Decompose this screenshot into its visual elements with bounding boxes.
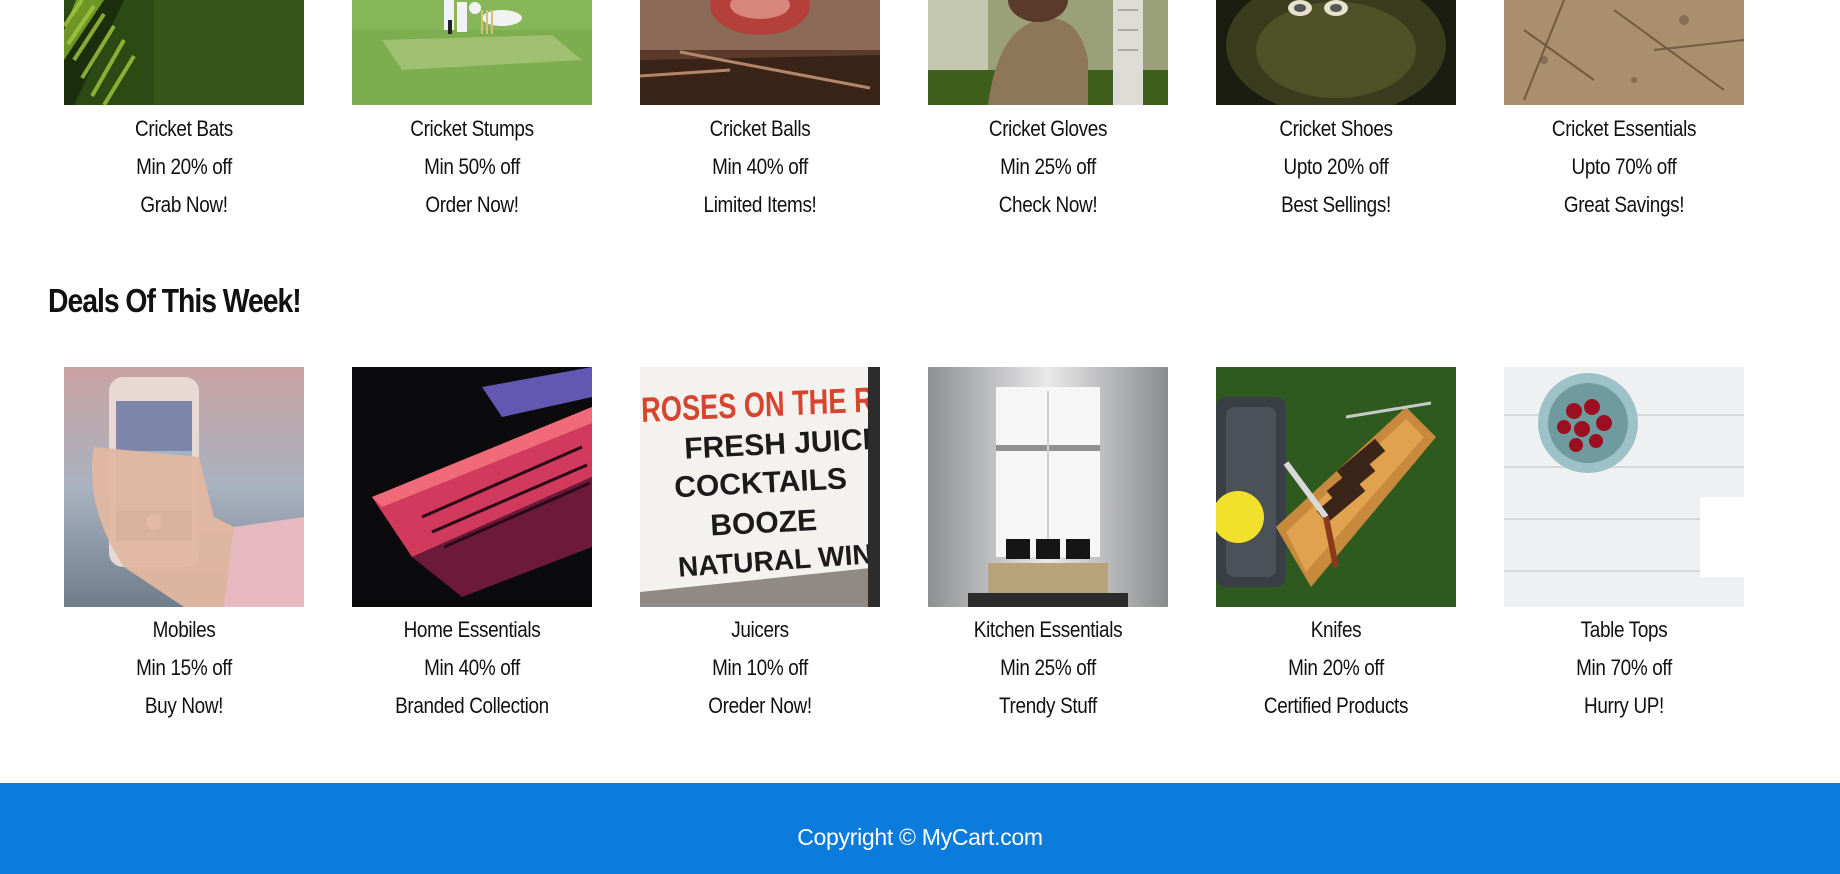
category-name: Cricket Shoes	[1279, 116, 1393, 141]
category-cta[interactable]: Order Now!	[369, 186, 575, 224]
category-offer: Min 20% off	[136, 154, 232, 179]
cricket-bats-image[interactable]	[64, 0, 304, 105]
cricket-gloves-image[interactable]	[928, 0, 1168, 105]
deal-cta[interactable]: Trendy Stuff	[945, 687, 1151, 725]
category-cta[interactable]: Check Now!	[945, 186, 1151, 224]
category-offer: Upto 70% off	[1571, 154, 1677, 179]
category-card-cricket-gloves[interactable]: Cricket Gloves Min 25% off Check Now!	[928, 0, 1168, 224]
category-name: Cricket Stumps	[410, 116, 534, 141]
mobiles-image[interactable]	[64, 367, 304, 607]
category-offer: Min 50% off	[424, 154, 520, 179]
knifes-image[interactable]	[1216, 367, 1456, 607]
category-name: Cricket Balls	[709, 116, 811, 141]
category-name: Cricket Essentials	[1551, 116, 1697, 141]
category-cta[interactable]: Best Sellings!	[1233, 186, 1439, 224]
cricket-balls-image[interactable]	[640, 0, 880, 105]
deal-card-home-essentials[interactable]: Home Essentials Min 40% off Branded Coll…	[352, 367, 592, 725]
category-offer: Min 25% off	[1000, 154, 1096, 179]
deal-cta[interactable]: Hurry UP!	[1521, 687, 1727, 725]
deal-cta[interactable]: Branded Collection	[369, 687, 575, 725]
deal-name: Table Tops	[1580, 617, 1668, 642]
deal-cta[interactable]: Oreder Now!	[657, 687, 863, 725]
deal-offer: Min 10% off	[712, 655, 808, 680]
category-card-cricket-stumps[interactable]: Cricket Stumps Min 50% off Order Now!	[352, 0, 592, 224]
juicer-sign-line4: BOOZE	[710, 504, 818, 543]
kitchen-essentials-image[interactable]	[928, 367, 1168, 607]
category-name: Cricket Gloves	[988, 116, 1108, 141]
deal-offer: Min 25% off	[1000, 655, 1096, 680]
deal-card-table-tops[interactable]: Table Tops Min 70% off Hurry UP!	[1504, 367, 1744, 725]
deals-row: Mobiles Min 15% off Buy Now! Home Essent…	[0, 367, 1840, 737]
juicers-image[interactable]: ROSES ON THE RUN FRESH JUICE COCKTAILS B…	[640, 367, 880, 607]
deal-name: Knifes	[1310, 617, 1362, 642]
category-card-cricket-bats[interactable]: Cricket Bats Min 20% off Grab Now!	[64, 0, 304, 224]
cricket-shoes-image[interactable]	[1216, 0, 1456, 105]
deal-cta[interactable]: Buy Now!	[81, 687, 287, 725]
site-footer: Copyright © MyCart.com	[0, 783, 1840, 874]
deal-card-mobiles[interactable]: Mobiles Min 15% off Buy Now!	[64, 367, 304, 725]
category-card-cricket-shoes[interactable]: Cricket Shoes Upto 20% off Best Sellings…	[1216, 0, 1456, 224]
deal-name: Home Essentials	[403, 617, 541, 642]
category-name: Cricket Bats	[135, 116, 233, 141]
home-essentials-image[interactable]	[352, 367, 592, 607]
deals-section-title: Deals Of This Week!	[48, 282, 302, 319]
category-card-cricket-essentials[interactable]: Cricket Essentials Upto 70% off Great Sa…	[1504, 0, 1744, 224]
deal-offer: Min 70% off	[1576, 655, 1672, 680]
cricket-stumps-image[interactable]	[352, 0, 592, 105]
deal-card-knifes[interactable]: Knifes Min 20% off Certified Products	[1216, 367, 1456, 725]
deal-name: Mobiles	[152, 617, 216, 642]
deal-card-juicers[interactable]: ROSES ON THE RUN FRESH JUICE COCKTAILS B…	[640, 367, 880, 725]
category-cta[interactable]: Grab Now!	[81, 186, 287, 224]
deal-offer: Min 40% off	[424, 655, 520, 680]
deal-offer: Min 15% off	[136, 655, 232, 680]
category-cta[interactable]: Great Savings!	[1521, 186, 1727, 224]
category-offer: Upto 20% off	[1283, 154, 1389, 179]
category-offer: Min 40% off	[712, 154, 808, 179]
category-card-cricket-balls[interactable]: Cricket Balls Min 40% off Limited Items!	[640, 0, 880, 224]
deal-card-kitchen-essentials[interactable]: Kitchen Essentials Min 25% off Trendy St…	[928, 367, 1168, 725]
copyright-text: Copyright © MyCart.com	[797, 824, 1043, 850]
table-tops-image[interactable]	[1504, 367, 1744, 607]
deal-cta[interactable]: Certified Products	[1233, 687, 1439, 725]
deal-offer: Min 20% off	[1288, 655, 1384, 680]
category-cta[interactable]: Limited Items!	[657, 186, 863, 224]
deal-name: Juicers	[731, 617, 789, 642]
cricket-category-row: Cricket Bats Min 20% off Grab Now! Crick…	[0, 0, 1840, 240]
cricket-essentials-image[interactable]	[1504, 0, 1744, 105]
deal-name: Kitchen Essentials	[973, 617, 1123, 642]
